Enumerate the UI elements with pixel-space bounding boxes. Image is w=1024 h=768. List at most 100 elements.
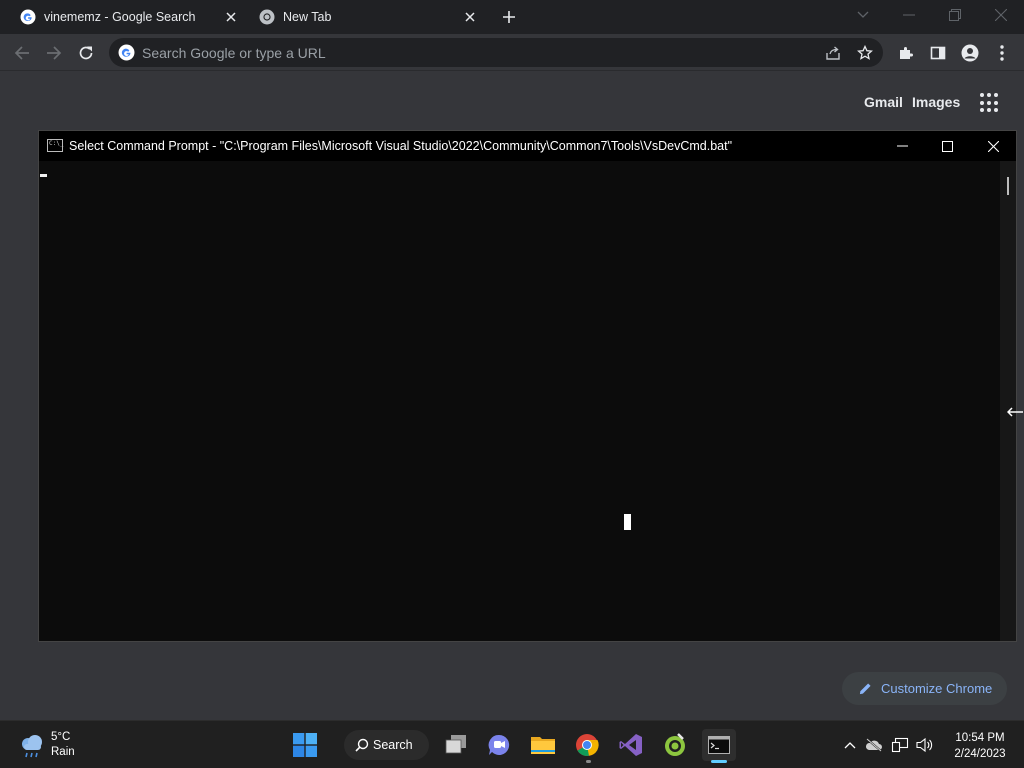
browser-toolbar: Search Google or type a URL (0, 34, 1024, 71)
customize-chrome-button[interactable]: Customize Chrome (842, 672, 1007, 705)
arrow-left-icon (14, 46, 29, 60)
chrome-taskbar-button[interactable] (570, 729, 604, 761)
folder-icon (531, 737, 555, 754)
show-hidden-icons-button[interactable] (840, 735, 860, 755)
cmd-maximize-button[interactable] (936, 135, 958, 157)
start-button[interactable] (288, 729, 322, 761)
tab-strip: vinememz - Google Search New Tab (0, 0, 1024, 34)
tab-title: New Tab (283, 10, 332, 24)
cmd-window-title: Select Command Prompt - "C:\Program File… (69, 139, 733, 153)
command-prompt-window[interactable]: C:\_ Select Command Prompt - "C:\Program… (38, 130, 1017, 642)
profile-icon (961, 44, 979, 62)
selection-block (624, 514, 631, 530)
google-icon (118, 44, 135, 61)
text-cursor (40, 174, 47, 177)
close-window-button[interactable] (988, 4, 1014, 26)
arrow-right-icon (47, 46, 62, 60)
gmail-link[interactable]: Gmail (864, 94, 903, 110)
teams-chat-icon (488, 734, 510, 755)
scrollbar-thumb[interactable] (1007, 177, 1009, 195)
customize-chrome-label: Customize Chrome (881, 681, 993, 696)
clock-time: 10:54 PM (955, 732, 1005, 744)
teams-chat-button[interactable] (482, 729, 516, 761)
taskbar-search-label: Search (373, 738, 413, 752)
tab-title: vinememz - Google Search (44, 10, 196, 24)
onedrive-tray-icon[interactable] (864, 735, 884, 755)
taskbar-clock[interactable]: 10:54 PM 2/24/2023 (945, 730, 1015, 762)
side-panel-button[interactable] (926, 41, 950, 65)
visual-studio-button[interactable] (614, 729, 648, 761)
green-app-icon (665, 733, 685, 756)
chrome-running-indicator (586, 760, 591, 763)
volume-tray-icon[interactable] (915, 735, 935, 755)
task-view-icon (445, 735, 466, 754)
share-button[interactable] (823, 43, 843, 63)
network-icon (891, 737, 909, 753)
menu-button[interactable] (990, 41, 1014, 65)
network-tray-icon[interactable] (890, 735, 910, 755)
bookmark-button[interactable] (855, 43, 875, 63)
star-icon (857, 45, 873, 60)
close-icon (987, 140, 999, 152)
weather-condition: Rain (51, 746, 75, 758)
resize-cursor-icon (1007, 407, 1023, 417)
profile-button[interactable] (958, 41, 982, 65)
chevron-down-icon (857, 11, 869, 18)
tab-search-button[interactable] (850, 4, 876, 26)
google-icon (20, 9, 36, 25)
maximize-icon (941, 140, 953, 152)
tab-new-tab[interactable]: New Tab (259, 0, 483, 34)
forward-button[interactable] (42, 41, 66, 65)
minimize-icon (903, 14, 915, 16)
app-launcher-button[interactable] (658, 729, 692, 761)
taskbar-search[interactable]: Search (344, 730, 429, 760)
puzzle-icon (900, 47, 913, 59)
weather-temp: 5°C (51, 731, 71, 743)
rain-cloud-icon (22, 735, 42, 758)
close-tab-icon[interactable] (222, 8, 240, 26)
reload-icon (79, 46, 93, 60)
minimize-button[interactable] (896, 4, 922, 26)
cloud-off-icon (865, 738, 882, 752)
new-tab-button[interactable] (498, 6, 520, 28)
weather-widget[interactable]: 5°C Rain (18, 731, 98, 761)
share-icon (826, 46, 840, 60)
cmd-scrollbar[interactable] (1000, 161, 1016, 641)
file-explorer-button[interactable] (526, 729, 560, 761)
back-button[interactable] (10, 41, 34, 65)
chevron-up-icon (844, 742, 856, 749)
cmd-console-area[interactable] (39, 161, 999, 641)
omnibox-placeholder: Search Google or type a URL (142, 45, 326, 61)
minimize-icon (896, 145, 908, 147)
chrome-icon (576, 734, 599, 756)
google-apps-icon[interactable] (980, 93, 1000, 113)
search-icon (355, 738, 369, 752)
chrome-icon (259, 9, 275, 25)
task-view-button[interactable] (439, 729, 473, 761)
restore-button[interactable] (942, 4, 968, 26)
active-app-indicator (711, 760, 727, 763)
images-link[interactable]: Images (912, 94, 960, 110)
cmd-icon: C:\_ (47, 139, 63, 152)
tab-google-search[interactable]: vinememz - Google Search (20, 0, 244, 34)
cmd-minimize-button[interactable] (891, 135, 913, 157)
clock-date: 2/24/2023 (954, 748, 1006, 760)
reload-button[interactable] (74, 41, 98, 65)
close-icon (995, 9, 1007, 21)
volume-icon (916, 737, 933, 753)
visual-studio-icon (619, 734, 642, 756)
plus-icon (503, 11, 515, 23)
extensions-button[interactable] (894, 41, 918, 65)
windows-logo-icon (293, 733, 317, 757)
close-tab-icon[interactable] (461, 8, 479, 26)
restore-icon (949, 9, 961, 21)
cmd-title-bar[interactable]: C:\_ Select Command Prompt - "C:\Program… (39, 131, 1016, 161)
cmd-close-button[interactable] (982, 135, 1004, 157)
more-vert-icon (1000, 45, 1004, 61)
omnibox[interactable]: Search Google or type a URL (109, 38, 883, 67)
cmd-icon (708, 736, 730, 754)
terminal-taskbar-button[interactable] (702, 729, 736, 761)
taskbar: 5°C Rain Search 10:54 PM 2/24/2023 (0, 720, 1024, 768)
side-panel-icon (930, 46, 946, 60)
cmd-icon-text: C:\_ (49, 140, 64, 147)
